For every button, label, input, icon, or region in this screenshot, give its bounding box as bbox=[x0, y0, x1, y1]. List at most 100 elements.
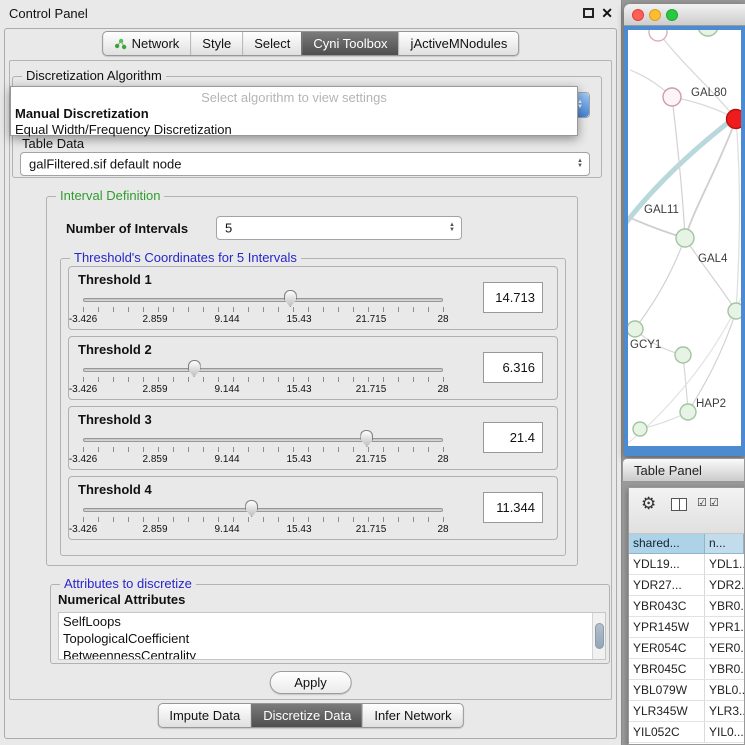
tab-infer-network[interactable]: Infer Network bbox=[362, 704, 462, 727]
numerical-attributes-list: SelfLoops TopologicalCoefficient Between… bbox=[58, 612, 606, 660]
table-cell[interactable]: YDR27... bbox=[629, 575, 705, 595]
slider-scale: -3.426 2.859 9.144 15.43 21.715 28 bbox=[83, 314, 443, 326]
column-header[interactable]: n... bbox=[705, 534, 744, 554]
threshold-value-box[interactable]: 6.316 bbox=[483, 352, 543, 383]
tab-style[interactable]: Style bbox=[190, 32, 242, 55]
table-cell[interactable]: YBR0... bbox=[705, 659, 744, 679]
network-canvas[interactable]: GAL80 GAL11 GAL4 GCY1 HAP2 bbox=[628, 30, 741, 446]
node-gal4[interactable] bbox=[676, 229, 694, 247]
node-gcy1[interactable] bbox=[628, 321, 643, 337]
table-cell[interactable]: YDL19... bbox=[629, 554, 705, 574]
dropdown-option[interactable]: Equal Width/Frequency Discretization bbox=[15, 122, 232, 137]
table-cell[interactable]: YBL079W bbox=[629, 680, 705, 700]
table-cell[interactable]: YIL0... bbox=[705, 722, 744, 742]
list-item[interactable]: SelfLoops bbox=[59, 613, 605, 630]
network-graph[interactable]: GAL80 GAL11 GAL4 GCY1 HAP2 bbox=[628, 30, 741, 446]
table-cell[interactable]: YBL0... bbox=[705, 680, 744, 700]
node-gal80[interactable] bbox=[663, 88, 681, 106]
scale-label: 2.859 bbox=[142, 454, 167, 465]
table-row[interactable]: YER054C YER0... bbox=[629, 638, 744, 659]
tab-network[interactable]: Network bbox=[103, 32, 191, 55]
slider-thumb[interactable] bbox=[245, 500, 258, 517]
apply-button[interactable]: Apply bbox=[269, 671, 352, 694]
tab-jactivemnodules[interactable]: jActiveMNodules bbox=[399, 32, 519, 55]
table-row[interactable]: YDL19... YDL1... bbox=[629, 554, 744, 575]
tab-label: Impute Data bbox=[169, 708, 240, 723]
checkbox-icon[interactable]: ☑ bbox=[697, 496, 707, 509]
number-of-intervals-select[interactable]: 5 ▲▼ bbox=[216, 216, 462, 240]
threshold-value-box[interactable]: 11.344 bbox=[483, 492, 543, 523]
column-selector-icon[interactable] bbox=[671, 498, 687, 511]
scale-label: 15.43 bbox=[286, 454, 311, 465]
network-window-titlebar[interactable] bbox=[624, 4, 745, 26]
node-selected-red[interactable] bbox=[727, 110, 742, 129]
table-data-select[interactable]: galFiltered.sif default node ▲▼ bbox=[20, 152, 590, 176]
minimize-traffic-light-icon[interactable] bbox=[649, 9, 661, 21]
gear-icon[interactable]: ⚙ bbox=[641, 494, 656, 514]
dropdown-placeholder: Select algorithm to view settings bbox=[11, 90, 577, 105]
tab-discretize-data[interactable]: Discretize Data bbox=[251, 704, 362, 727]
table-cell[interactable]: YLR3... bbox=[705, 701, 744, 721]
scale-label: 28 bbox=[437, 384, 448, 395]
tab-cyni-toolbox[interactable]: Cyni Toolbox bbox=[301, 32, 398, 55]
slider-track[interactable] bbox=[83, 508, 443, 512]
slider-track[interactable] bbox=[83, 438, 443, 442]
tab-impute-data[interactable]: Impute Data bbox=[158, 704, 251, 727]
list-item[interactable]: BetweennessCentrality bbox=[59, 647, 605, 660]
table-cell[interactable]: YDR2... bbox=[705, 575, 744, 595]
table-cell[interactable]: YER0... bbox=[705, 638, 744, 658]
scrollbar-thumb[interactable] bbox=[595, 623, 604, 649]
table-cell[interactable]: YPR1... bbox=[705, 617, 744, 637]
scale-label: 9.144 bbox=[214, 454, 239, 465]
threshold-label: Threshold 1 bbox=[78, 272, 152, 287]
threshold-slider[interactable]: -3.426 2.859 9.144 15.43 21.715 28 bbox=[83, 429, 443, 469]
slider-track[interactable] bbox=[83, 298, 443, 302]
slider-thumb[interactable] bbox=[360, 430, 373, 447]
scale-label: 28 bbox=[437, 314, 448, 325]
scale-label: 28 bbox=[437, 524, 448, 535]
close-traffic-light-icon[interactable] bbox=[632, 9, 644, 21]
tab-select[interactable]: Select bbox=[242, 32, 301, 55]
threshold-slider[interactable]: -3.426 2.859 9.144 15.43 21.715 28 bbox=[83, 289, 443, 329]
table-row[interactable]: YBR045C YBR0... bbox=[629, 659, 744, 680]
table-cell[interactable]: YDL1... bbox=[705, 554, 744, 574]
zoom-traffic-light-icon[interactable] bbox=[666, 9, 678, 21]
list-item[interactable]: TopologicalCoefficient bbox=[59, 630, 605, 647]
slider-thumb[interactable] bbox=[188, 360, 201, 377]
table-cell[interactable]: YPR145W bbox=[629, 617, 705, 637]
slider-thumb[interactable] bbox=[284, 290, 297, 307]
slider-ticks bbox=[83, 377, 444, 382]
float-window-icon[interactable] bbox=[583, 8, 594, 18]
table-row[interactable]: YPR145W YPR1... bbox=[629, 617, 744, 638]
threshold-panel: Threshold 1 -3.426 2.859 9.144 15.43 21.… bbox=[68, 266, 558, 330]
table-cell[interactable]: YLR345W bbox=[629, 701, 705, 721]
table-body: YDL19... YDL1... YDR27... YDR2... YBR043… bbox=[629, 554, 744, 744]
close-icon[interactable]: ✕ bbox=[601, 5, 613, 22]
table-row[interactable]: YBR043C YBR0... bbox=[629, 596, 744, 617]
table-row[interactable]: YIL052C YIL0... bbox=[629, 722, 744, 743]
table-panel-titlebar[interactable]: Table Panel bbox=[622, 458, 745, 482]
table-cell[interactable]: YIL052C bbox=[629, 722, 705, 742]
table-cell[interactable]: YER054C bbox=[629, 638, 705, 658]
top-tab-bar: Network Style Select Cyni Toolbox jActiv… bbox=[102, 31, 520, 56]
checkbox-icon[interactable]: ☑ bbox=[709, 496, 719, 509]
table-row[interactable]: YDR27... YDR2... bbox=[629, 575, 744, 596]
table-cell[interactable]: YBR0... bbox=[705, 596, 744, 616]
threshold-value-box[interactable]: 21.4 bbox=[483, 422, 543, 453]
table-cell[interactable]: YBR045C bbox=[629, 659, 705, 679]
slider-track[interactable] bbox=[83, 368, 443, 372]
threshold-slider[interactable]: -3.426 2.859 9.144 15.43 21.715 28 bbox=[83, 359, 443, 399]
dropdown-option[interactable]: Manual Discretization bbox=[15, 106, 149, 121]
threshold-value-box[interactable]: 14.713 bbox=[483, 282, 543, 313]
threshold-slider[interactable]: -3.426 2.859 9.144 15.43 21.715 28 bbox=[83, 499, 443, 539]
node-hap2[interactable] bbox=[680, 404, 696, 420]
table-cell[interactable]: YBR043C bbox=[629, 596, 705, 616]
updown-arrows-icon: ▲▼ bbox=[449, 223, 455, 233]
list-scrollbar[interactable] bbox=[592, 613, 605, 659]
bottom-tab-bar: Impute Data Discretize Data Infer Networ… bbox=[157, 703, 463, 728]
column-header[interactable]: shared... bbox=[629, 534, 705, 554]
scale-label: 21.715 bbox=[356, 384, 387, 395]
table-row[interactable]: YBL079W YBL0... bbox=[629, 680, 744, 701]
table-row[interactable]: YLR345W YLR3... bbox=[629, 701, 744, 722]
tab-label: Cyni Toolbox bbox=[313, 36, 387, 51]
